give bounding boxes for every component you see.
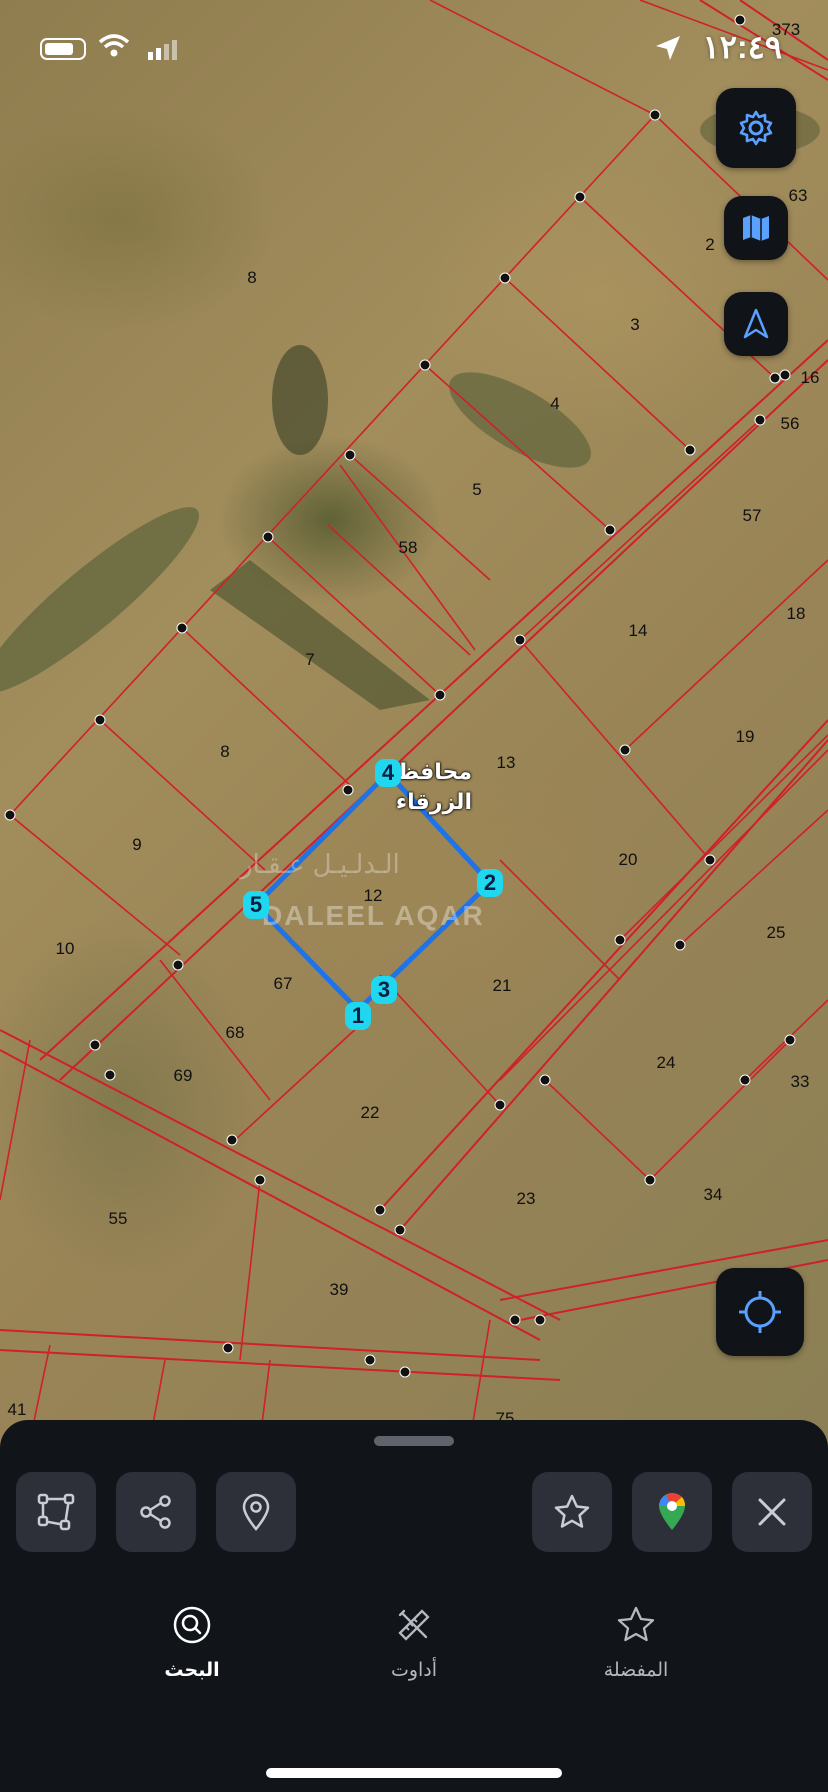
map-icon xyxy=(743,215,769,241)
gear-icon xyxy=(739,110,773,146)
tab-favorites[interactable]: المفضلة xyxy=(566,1605,706,1681)
tab-tools-label: أداوت xyxy=(390,1659,438,1681)
search-icon xyxy=(173,1606,211,1644)
parcel-label[interactable]: 33 xyxy=(791,1072,810,1092)
parcel-label[interactable]: 5 xyxy=(472,480,481,500)
close-icon xyxy=(758,1498,786,1526)
home-indicator[interactable] xyxy=(266,1768,562,1778)
parcel-label[interactable]: 7 xyxy=(305,650,314,670)
parcel-label[interactable]: 58 xyxy=(399,538,418,558)
compass-button[interactable] xyxy=(724,292,788,356)
sheet-handle[interactable] xyxy=(374,1436,454,1446)
battery-icon xyxy=(40,38,86,60)
satellite-map[interactable]: 373 63 2 8 3 16 4 56 5 57 58 14 18 7 19 … xyxy=(0,0,828,1440)
vertex-marker-4[interactable]: 4 xyxy=(375,759,401,787)
parcel-label[interactable]: 56 xyxy=(781,414,800,434)
parcel-label[interactable]: 21 xyxy=(493,976,512,996)
location-pin-button[interactable] xyxy=(216,1472,296,1552)
parcel-label[interactable]: 19 xyxy=(736,727,755,747)
watermark-arabic: الـدلـيـل عـقـار xyxy=(240,850,400,880)
wifi-icon xyxy=(98,34,130,57)
parcel-label[interactable]: 8 xyxy=(247,268,256,288)
google-maps-button[interactable] xyxy=(632,1472,712,1552)
parcel-label[interactable]: 2 xyxy=(705,235,714,255)
tab-search-label: البحث xyxy=(164,1659,220,1681)
share-icon xyxy=(140,1495,171,1529)
close-button[interactable] xyxy=(732,1472,812,1552)
parcel-label[interactable]: 41 xyxy=(8,1400,27,1420)
parcel-label[interactable]: 69 xyxy=(174,1066,193,1086)
polygon-tool-button[interactable] xyxy=(16,1472,96,1552)
parcel-label[interactable]: 22 xyxy=(361,1103,380,1123)
crosshair-icon xyxy=(739,1291,781,1333)
watermark: DALEEL AQAR xyxy=(262,900,485,931)
parcel-label[interactable]: 13 xyxy=(497,753,516,773)
tab-tools[interactable]: أداوت xyxy=(344,1605,484,1681)
parcel-label[interactable]: 9 xyxy=(132,835,141,855)
parcel-label[interactable]: 34 xyxy=(704,1185,723,1205)
location-arrow-icon xyxy=(656,36,680,60)
north-arrow-icon xyxy=(743,308,769,339)
tab-favorites-label: المفضلة xyxy=(603,1659,669,1681)
parcel-label[interactable]: 68 xyxy=(226,1023,245,1043)
polygon-icon xyxy=(37,1493,75,1531)
my-location-button[interactable] xyxy=(716,1268,804,1356)
parcel-label[interactable]: 57 xyxy=(743,506,762,526)
parcel-label[interactable]: 8 xyxy=(220,742,229,762)
parcel-label[interactable]: 39 xyxy=(330,1280,349,1300)
parcel-label[interactable]: 67 xyxy=(274,974,293,994)
favorite-button[interactable] xyxy=(532,1472,612,1552)
star-icon xyxy=(554,1494,590,1528)
parcel-label[interactable]: 24 xyxy=(657,1053,676,1073)
bottom-sheet: البحث أداوت المفضلة xyxy=(0,1420,828,1792)
settings-button[interactable] xyxy=(716,88,796,168)
status-time: ١٢:٤٩ xyxy=(702,29,782,65)
share-button[interactable] xyxy=(116,1472,196,1552)
signal-icon xyxy=(148,40,177,60)
parcel-label[interactable]: 14 xyxy=(629,621,648,641)
parcel-label[interactable]: 3 xyxy=(630,315,639,335)
parcel-label[interactable]: 16 xyxy=(801,368,820,388)
parcel-label[interactable]: 10 xyxy=(56,939,75,959)
parcel-label[interactable]: 20 xyxy=(619,850,638,870)
status-bar: ١٢:٤٩ xyxy=(0,0,828,100)
pin-icon xyxy=(242,1493,270,1531)
vertex-marker-1[interactable]: 1 xyxy=(345,1002,371,1030)
vertex-marker-5[interactable]: 5 xyxy=(243,891,269,919)
parcel-label[interactable]: 63 xyxy=(789,186,808,206)
map-layers-button[interactable] xyxy=(724,196,788,260)
parcel-label[interactable]: 18 xyxy=(787,604,806,624)
parcel-label[interactable]: 55 xyxy=(109,1209,128,1229)
tools-icon xyxy=(398,1609,430,1641)
vertex-marker-2[interactable]: 2 xyxy=(477,869,503,897)
vertex-marker-3[interactable]: 3 xyxy=(371,976,397,1004)
google-maps-icon xyxy=(659,1493,686,1530)
parcel-label[interactable]: 25 xyxy=(767,923,786,943)
parcel-label[interactable]: 4 xyxy=(550,394,559,414)
star-icon xyxy=(617,1606,655,1642)
tab-search[interactable]: البحث xyxy=(122,1605,262,1681)
parcel-label[interactable]: 23 xyxy=(517,1189,536,1209)
